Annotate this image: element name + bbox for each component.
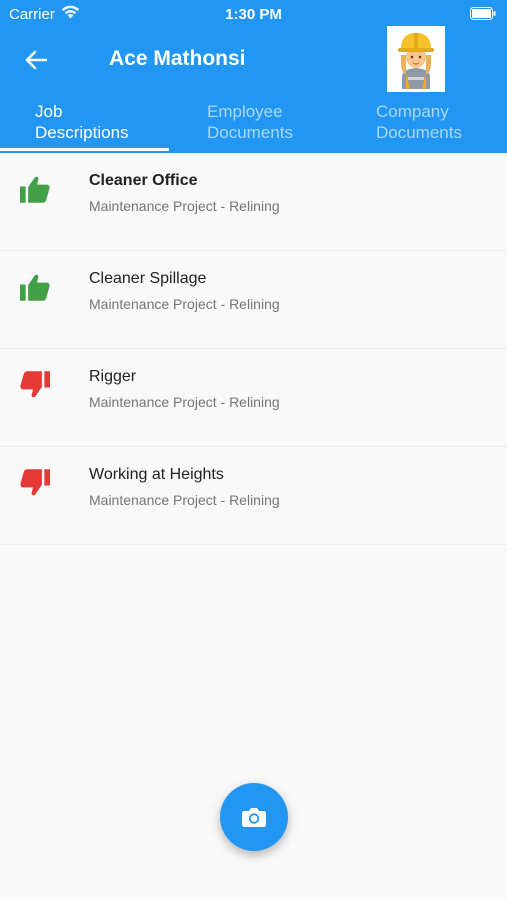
tab-label-employee-line2: Documents bbox=[207, 123, 293, 142]
job-title: Cleaner Office bbox=[89, 172, 198, 189]
clock: 1:30 PM bbox=[225, 6, 282, 23]
job-subtitle: Maintenance Project - Relining bbox=[89, 198, 280, 214]
construction-worker-icon bbox=[398, 33, 434, 89]
tab-label-job-line1: Job bbox=[35, 102, 63, 121]
tab-company-documents[interactable]: Company Documents bbox=[376, 98, 462, 153]
job-subtitle: Maintenance Project - Relining bbox=[89, 296, 280, 312]
tab-bar: Job Descriptions Employee Documents Comp… bbox=[0, 98, 507, 153]
page-title: Ace Mathonsi bbox=[109, 47, 246, 70]
job-row[interactable]: Rigger Maintenance Project - Relining bbox=[0, 349, 507, 447]
job-row[interactable]: Cleaner Spillage Maintenance Project - R… bbox=[0, 251, 507, 349]
app-bar: Carrier 1:30 PM Ace Mathonsi Job Descrip… bbox=[0, 0, 507, 153]
back-button[interactable] bbox=[20, 44, 52, 76]
tab-label-company-line2: Documents bbox=[376, 123, 462, 142]
tab-indicator bbox=[0, 148, 169, 151]
tab-label-employee-line1: Employee bbox=[207, 102, 283, 121]
tab-job-descriptions[interactable]: Job Descriptions bbox=[35, 98, 129, 153]
tab-employee-documents[interactable]: Employee Documents bbox=[207, 98, 293, 153]
battery-icon bbox=[470, 7, 496, 20]
thumbs-down-icon bbox=[20, 469, 50, 496]
tab-label-company-line1: Company bbox=[376, 102, 449, 121]
status-bar: Carrier 1:30 PM bbox=[0, 0, 507, 28]
arrow-left-icon bbox=[25, 50, 47, 70]
job-subtitle: Maintenance Project - Relining bbox=[89, 492, 280, 508]
thumbs-down-icon bbox=[20, 371, 50, 398]
camera-button[interactable] bbox=[220, 783, 288, 851]
job-title: Rigger bbox=[89, 368, 137, 385]
thumbs-up-icon bbox=[20, 176, 50, 203]
tab-label-job-line2: Descriptions bbox=[35, 123, 129, 142]
job-title: Cleaner Spillage bbox=[89, 270, 207, 287]
job-subtitle: Maintenance Project - Relining bbox=[89, 394, 280, 410]
thumbs-up-icon bbox=[20, 274, 50, 301]
camera-icon bbox=[242, 808, 266, 827]
job-title: Working at Heights bbox=[89, 466, 224, 483]
job-row[interactable]: Cleaner Office Maintenance Project - Rel… bbox=[0, 153, 507, 251]
job-list: Cleaner Office Maintenance Project - Rel… bbox=[0, 153, 507, 545]
avatar[interactable] bbox=[387, 26, 445, 92]
job-row[interactable]: Working at Heights Maintenance Project -… bbox=[0, 447, 507, 545]
